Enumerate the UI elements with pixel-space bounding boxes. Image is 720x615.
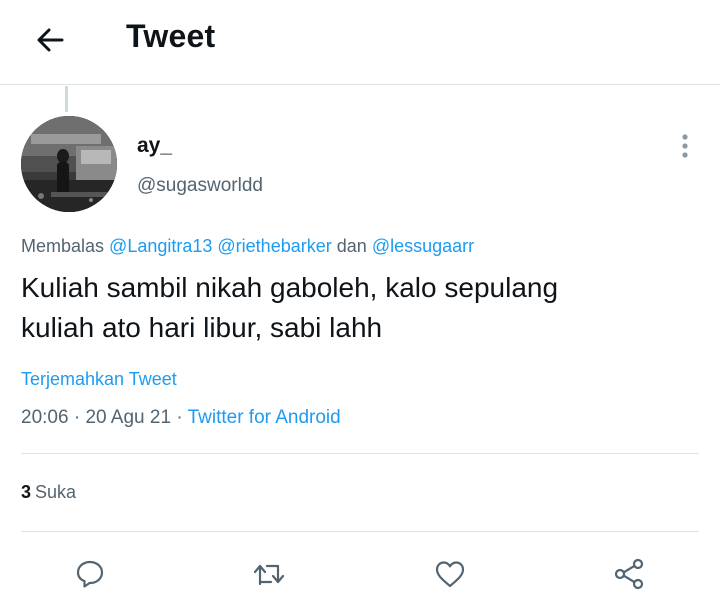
more-vertical-icon [680, 133, 690, 159]
retweet-icon [252, 558, 286, 590]
more-options-button[interactable] [670, 130, 700, 162]
conjunction-text: dan [336, 236, 367, 256]
author-handle[interactable]: @sugasworldd [137, 175, 263, 197]
avatar[interactable] [21, 116, 117, 212]
retweet-button[interactable] [251, 556, 287, 592]
tweet-detail-page: Tweet ay_ @sugasworldd Membalas @Langitr… [0, 0, 720, 615]
tweet-date: 20 Agu 21 [85, 407, 172, 428]
page-title: Tweet [126, 18, 216, 54]
top-app-bar: Tweet [0, 0, 720, 85]
likes-stat[interactable]: 3 Suka [21, 482, 76, 503]
share-icon [612, 557, 646, 591]
replying-to-label: Membalas [21, 236, 105, 256]
author-display-name[interactable]: ay_ [137, 134, 172, 158]
tweet-text-line: kuliah ato hari libur, sabi lahh [21, 312, 383, 343]
translate-tweet-link[interactable]: Terjemahkan Tweet [21, 369, 177, 390]
arrow-left-icon [34, 24, 66, 56]
tweet-text: Kuliah sambil nikah gaboleh, kalo sepula… [21, 268, 681, 348]
divider [21, 453, 699, 454]
tweet-source-link[interactable]: Twitter for Android [188, 407, 341, 428]
heart-icon [433, 558, 467, 590]
back-button[interactable] [28, 20, 72, 60]
meta-separator: · [176, 407, 183, 428]
tweet-time: 20:06 [21, 407, 69, 428]
reply-bubble-icon [74, 558, 106, 590]
tweet-metadata: 20:06 · 20 Agu 21 · Twitter for Android [21, 407, 341, 429]
share-button[interactable] [611, 556, 647, 592]
divider [21, 531, 699, 532]
mention-link[interactable]: @riethebarker [217, 236, 331, 256]
tweet-text-line: Kuliah sambil nikah gaboleh, kalo sepula… [21, 272, 559, 303]
reply-button[interactable] [72, 556, 108, 592]
like-button[interactable] [432, 556, 468, 592]
meta-separator: · [73, 407, 81, 428]
thread-connector-line [65, 86, 68, 112]
likes-count: 3 [21, 482, 32, 502]
likes-label: Suka [35, 482, 77, 502]
replying-to-line: Membalas @Langitra13 @riethebarker dan @… [21, 236, 474, 257]
mention-link[interactable]: @Langitra13 [109, 236, 212, 256]
mention-link[interactable]: @lessugaarr [372, 236, 474, 256]
